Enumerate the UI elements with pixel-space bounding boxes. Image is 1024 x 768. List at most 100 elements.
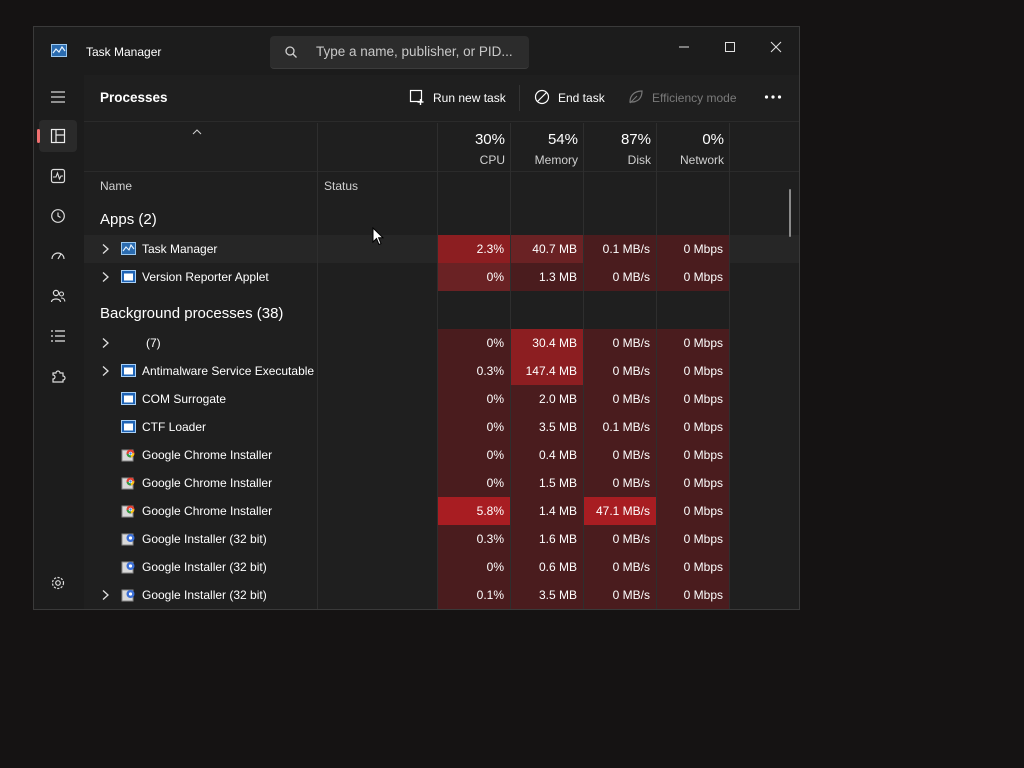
mouse-cursor-icon <box>372 227 384 246</box>
column-header-name[interactable]: Name <box>100 179 132 193</box>
cpu-value: 0.1% <box>438 581 510 609</box>
process-row[interactable]: Google Chrome Installer 0% 1.5 MB 0 MB/s 0 M… <box>84 469 799 497</box>
cpu-value: 0% <box>438 263 510 291</box>
memory-value: 0.6 MB <box>511 553 583 581</box>
nav-details[interactable] <box>39 320 77 352</box>
nav-performance[interactable] <box>39 160 77 192</box>
nav-app-history[interactable] <box>39 200 77 232</box>
process-name: CTF Loader <box>142 420 207 434</box>
chevron-right-icon[interactable] <box>100 271 110 283</box>
process-row[interactable]: Google Chrome Installer 5.8% 1.4 MB 47.1 MB… <box>84 497 799 525</box>
cpu-value: 0% <box>438 609 510 610</box>
performance-icon <box>50 168 66 184</box>
more-options-icon[interactable] <box>764 94 782 100</box>
process-name: Antimalware Service Executable <box>142 364 315 378</box>
settings-gear-icon <box>51 576 65 590</box>
nav-services[interactable] <box>39 360 77 392</box>
cpu-value: 0% <box>438 469 510 497</box>
users-icon <box>50 289 66 303</box>
chevron-right-icon[interactable] <box>100 337 110 349</box>
memory-value: 1.5 MB <box>511 469 583 497</box>
disk-value: 0 MB/s <box>584 329 656 357</box>
chevron-right-icon[interactable] <box>100 243 110 255</box>
disk-value: 0 MB/s <box>584 385 656 413</box>
end-task-button[interactable]: End task <box>534 87 614 109</box>
memory-percent: 54% <box>547 131 578 148</box>
network-value: 0 Mbps <box>657 235 729 263</box>
column-header-network[interactable]: Network <box>657 153 724 167</box>
minimize-icon <box>679 46 689 48</box>
memory-value: 147.4 MB <box>511 357 583 385</box>
nav-startup-apps[interactable] <box>39 240 77 272</box>
application-window-icon <box>121 420 136 433</box>
process-row[interactable]: Google Installer (32 bit) 0.3% 1.6 MB 0 MB/… <box>84 525 799 553</box>
disk-value: 0 MB/s <box>584 553 656 581</box>
application-window-icon <box>121 392 136 405</box>
memory-value: 3.5 MB <box>511 581 583 609</box>
vertical-scrollbar[interactable] <box>789 189 791 237</box>
process-name: Google Installer (32 bit) <box>142 532 267 546</box>
chevron-right-icon[interactable] <box>100 589 110 601</box>
search-input[interactable]: Type a name, publisher, or PID... <box>316 44 513 59</box>
run-new-task-label: Run new task <box>433 91 506 105</box>
disk-value: 0 MB/s <box>584 441 656 469</box>
memory-value: 1.6 MB <box>511 525 583 553</box>
process-row[interactable]: Version Reporter Applet 0% 1.3 MB 0 MB/s 0 M… <box>84 263 799 291</box>
disk-value: 0 MB/s <box>584 581 656 609</box>
process-row[interactable]: Google Installer (32 bit) 0% 0.6 MB 0 MB/s 0… <box>84 553 799 581</box>
services-puzzle-icon <box>52 370 66 383</box>
process-name: Google Installer (32 bit) <box>142 588 267 602</box>
process-row[interactable]: (7) 0% 30.4 MB 0 MB/s 0 Mbps <box>84 329 799 357</box>
nav-processes[interactable] <box>37 120 77 152</box>
hamburger-menu-button[interactable] <box>39 81 77 113</box>
nav-users[interactable] <box>39 280 77 312</box>
disk-percent: 87% <box>620 131 651 148</box>
disk-value: 0.1 MB/s <box>584 413 656 441</box>
column-divider <box>583 123 584 609</box>
cpu-value: 0% <box>438 329 510 357</box>
process-row[interactable]: Antimalware Service Executable 0.3% 147.4 … <box>84 357 799 385</box>
process-row[interactable]: Google Installer (32 bit) 0.1% 3.5 MB 0 MB/… <box>84 581 799 609</box>
column-divider <box>729 123 730 609</box>
section-apps: Apps (2) <box>100 211 157 228</box>
cpu-value: 0% <box>438 413 510 441</box>
details-list-icon <box>51 330 65 342</box>
network-value: 0 Mbps <box>657 469 729 497</box>
column-header-cpu[interactable]: CPU <box>438 153 505 167</box>
memory-value: 1.4 MB <box>511 497 583 525</box>
page-title: Processes <box>100 90 168 105</box>
maximize-button[interactable] <box>710 33 750 63</box>
close-button[interactable] <box>756 33 796 63</box>
efficiency-mode-button[interactable]: Efficiency mode <box>628 87 748 109</box>
process-name: Google Chrome Installer <box>142 476 273 490</box>
column-header-status[interactable]: Status <box>324 179 358 193</box>
disk-value: 0 MB/s <box>584 609 656 610</box>
process-row[interactable]: Google Chrome Installer 0% 0.4 MB 0 MB/s 0 M… <box>84 441 799 469</box>
memory-value: 3.5 MB <box>511 413 583 441</box>
column-divider <box>510 123 511 609</box>
chrome-installer-icon <box>121 476 136 490</box>
memory-value: 2.0 MB <box>511 385 583 413</box>
process-name: Google Chrome Installer <box>142 448 273 462</box>
search-box[interactable]: Type a name, publisher, or PID... <box>270 36 529 69</box>
chevron-right-icon[interactable] <box>100 365 110 377</box>
minimize-button[interactable] <box>664 33 704 63</box>
network-value: 0 Mbps <box>657 609 729 610</box>
process-row[interactable]: CTF Loader 0% 3.5 MB 0.1 MB/s 0 Mbps <box>84 413 799 441</box>
chrome-installer-icon <box>121 448 136 462</box>
run-new-task-button[interactable]: Run new task <box>409 87 509 109</box>
nav-settings[interactable] <box>39 567 77 599</box>
memory-value: 1.9 MB <box>511 609 583 610</box>
process-name: Host Process for Windows Tasks <box>142 609 317 610</box>
title-bar[interactable]: Task Manager Type a name, publisher, or … <box>34 27 799 75</box>
cpu-value: 0.3% <box>438 357 510 385</box>
column-header-memory[interactable]: Memory <box>511 153 578 167</box>
process-row[interactable]: Host Process for Windows Tasks0%1.9 MB0 … <box>84 609 799 610</box>
sort-ascending-icon <box>192 129 202 135</box>
process-row[interactable]: COM Surrogate 0% 2.0 MB 0 MB/s 0 Mbps <box>84 385 799 413</box>
network-value: 0 Mbps <box>657 581 729 609</box>
network-value: 0 Mbps <box>657 329 729 357</box>
column-header-disk[interactable]: Disk <box>584 153 651 167</box>
disk-value: 47.1 MB/s <box>584 497 656 525</box>
process-row[interactable]: Task Manager 2.3% 40.7 MB 0.1 MB/s 0 Mbps <box>84 235 799 263</box>
